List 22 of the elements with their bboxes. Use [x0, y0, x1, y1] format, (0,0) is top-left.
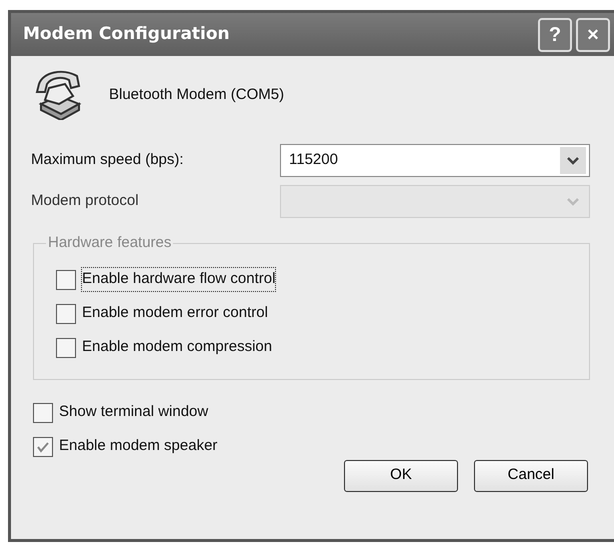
- checkbox[interactable]: [56, 270, 76, 290]
- checkbox[interactable]: [33, 402, 53, 422]
- field-label: Modem protocol: [31, 191, 140, 212]
- dropdown[interactable]: 115200: [280, 144, 590, 177]
- help-button[interactable]: ?: [538, 18, 572, 52]
- window-title: Modem Configuration: [23, 22, 231, 46]
- checkbox-label[interactable]: Enable modem speaker: [59, 435, 218, 458]
- field-label: Maximum speed (bps):: [31, 150, 185, 170]
- checkbox-label[interactable]: Enable hardware flow control: [82, 268, 276, 291]
- caret-icon: [560, 147, 586, 174]
- checkbox-label[interactable]: Enable modem compression: [82, 336, 272, 359]
- device-name: Bluetooth Modem (COM5): [109, 84, 284, 105]
- checkbox-label[interactable]: Enable modem error control: [82, 302, 268, 325]
- close-button[interactable]: ×: [576, 18, 610, 52]
- checkbox[interactable]: [56, 304, 76, 324]
- ok-button[interactable]: OK: [344, 460, 458, 492]
- checkbox[interactable]: [33, 436, 53, 456]
- cancel-button[interactable]: Cancel: [474, 460, 588, 492]
- checkbox-label[interactable]: Show terminal window: [59, 401, 208, 424]
- check-icon: [36, 440, 50, 452]
- group-title: Hardware features: [47, 233, 172, 253]
- checkbox[interactable]: [56, 338, 76, 358]
